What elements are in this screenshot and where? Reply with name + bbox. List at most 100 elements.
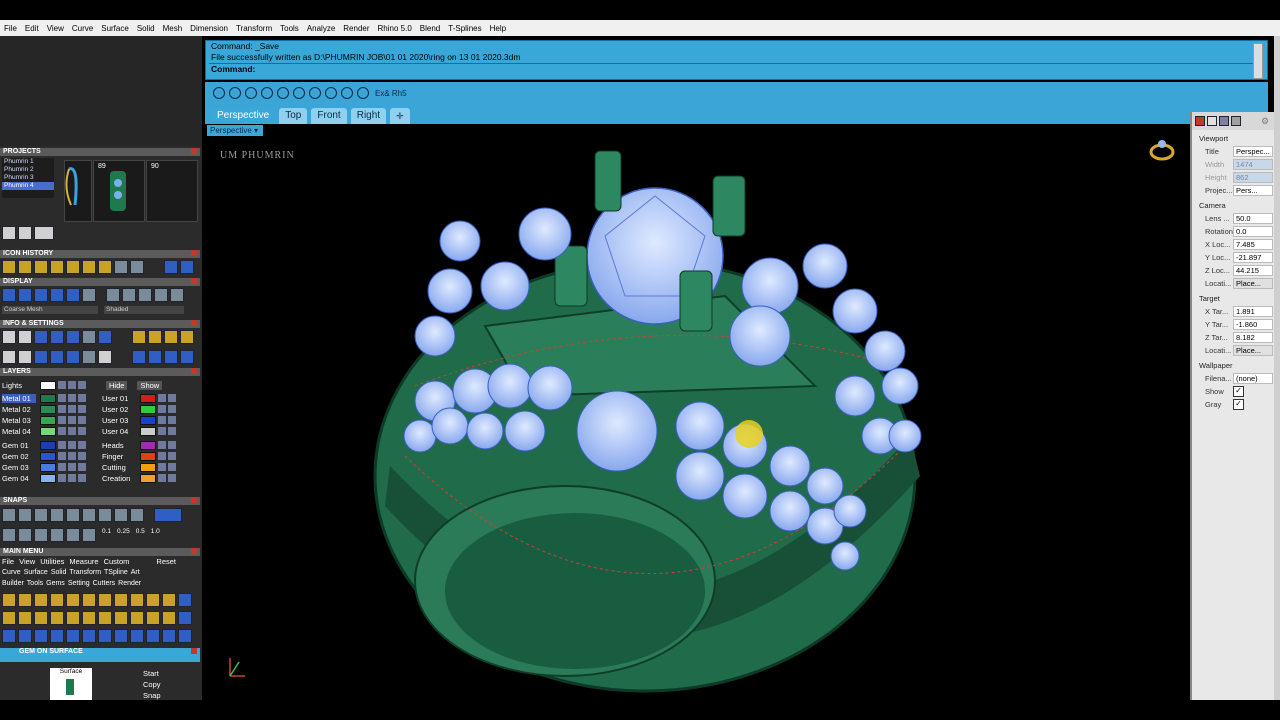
rotate-view-icon[interactable] xyxy=(261,87,273,99)
display-mode-icon[interactable] xyxy=(106,288,120,302)
object-props-icon[interactable] xyxy=(1195,116,1205,126)
main-menu-item[interactable]: Transform xyxy=(69,569,101,576)
info-tool-icon[interactable] xyxy=(98,350,112,364)
project-item-selected[interactable]: Phumrin 4 xyxy=(2,182,54,190)
layer-toggle[interactable] xyxy=(158,452,166,460)
search-icon[interactable] xyxy=(18,330,32,344)
info-tool-icon[interactable] xyxy=(34,350,48,364)
layer-toggle[interactable] xyxy=(168,463,176,471)
curve-tool-icon[interactable] xyxy=(162,593,176,607)
layer-row[interactable]: User 03 xyxy=(102,415,176,425)
curve-tool-icon[interactable] xyxy=(50,611,64,625)
layer-toggle[interactable] xyxy=(168,474,176,482)
main-menu-item[interactable]: Custom xyxy=(104,557,130,566)
close-icon[interactable] xyxy=(191,368,197,374)
layer-row[interactable]: Metal 02 xyxy=(2,404,86,414)
curve-tool-icon[interactable] xyxy=(82,593,96,607)
close-icon[interactable] xyxy=(191,320,197,326)
layer-row[interactable]: Finger xyxy=(102,451,176,461)
layer-toggle[interactable] xyxy=(78,441,86,449)
layer-toggle[interactable] xyxy=(78,394,86,402)
layer-toggle[interactable] xyxy=(78,405,86,413)
layer-toggle[interactable] xyxy=(78,474,86,482)
display-mode-icon[interactable] xyxy=(82,288,96,302)
layer-toggle[interactable] xyxy=(168,405,176,413)
y-location-field[interactable]: -21.897 xyxy=(1233,252,1273,263)
x-location-field[interactable]: 7.485 xyxy=(1233,239,1273,250)
layer-toggle[interactable] xyxy=(58,427,66,435)
snap-value[interactable]: 1.0 xyxy=(151,528,160,542)
layer-toggle[interactable] xyxy=(68,416,76,424)
layer-toggle[interactable] xyxy=(68,463,76,471)
layer-toggle[interactable] xyxy=(158,463,166,471)
layer-toggle[interactable] xyxy=(78,416,86,424)
snap-icon[interactable] xyxy=(66,528,80,542)
main-menu-item[interactable]: View xyxy=(19,557,35,566)
info-tool-icon[interactable] xyxy=(34,330,48,344)
info-tool-icon[interactable] xyxy=(50,330,64,344)
project-thumbnail[interactable] xyxy=(64,160,92,222)
curve-tool-icon[interactable] xyxy=(18,593,32,607)
layer-color-swatch[interactable] xyxy=(140,473,156,483)
manager-button[interactable] xyxy=(34,226,54,240)
transform-tool-icon[interactable] xyxy=(34,629,48,643)
layer-toggle[interactable] xyxy=(68,452,76,460)
main-menu-item[interactable]: Render xyxy=(118,580,141,587)
layer-toggle[interactable] xyxy=(158,474,166,482)
command-scrollbar[interactable] xyxy=(1253,43,1263,79)
info-tool-icon[interactable] xyxy=(98,330,112,344)
snap-icon[interactable] xyxy=(2,528,16,542)
transform-tool-icon[interactable] xyxy=(114,629,128,643)
layer-toggle[interactable] xyxy=(78,463,86,471)
snap-icon[interactable] xyxy=(114,508,128,522)
main-menu-item[interactable]: Utilities xyxy=(40,557,64,566)
curve-tool-icon[interactable] xyxy=(66,611,80,625)
main-menu-item[interactable]: Curve xyxy=(2,569,21,576)
layer-color-swatch[interactable] xyxy=(40,473,56,483)
gem-surface-preview[interactable]: Surface xyxy=(50,668,92,700)
menu-tsplines[interactable]: T-Splines xyxy=(444,24,485,33)
rotate-view-icon[interactable] xyxy=(325,87,337,99)
layer-toggle[interactable] xyxy=(68,394,76,402)
display-mode-icon[interactable] xyxy=(18,288,32,302)
project-item[interactable]: Phumrin 2 xyxy=(2,166,54,174)
menu-surface[interactable]: Surface xyxy=(97,24,133,33)
main-menu-item[interactable]: Builder xyxy=(2,580,24,587)
layer-color-swatch[interactable] xyxy=(40,393,56,403)
transform-tool-icon[interactable] xyxy=(18,629,32,643)
layer-row[interactable]: User 02 xyxy=(102,404,176,414)
curve-tool-icon[interactable] xyxy=(130,593,144,607)
transform-tool-icon[interactable] xyxy=(2,629,16,643)
layer-row[interactable]: Gem 02 xyxy=(2,451,86,461)
main-menu-item[interactable]: Surface xyxy=(24,569,48,576)
project-thumbnail[interactable]: 89 xyxy=(93,160,145,222)
info-tool-icon[interactable] xyxy=(164,350,178,364)
snap-icon[interactable] xyxy=(82,528,96,542)
rotate-view-icon[interactable] xyxy=(213,87,225,99)
projects-list[interactable]: Phumrin 1 Phumrin 2 Phumrin 3 Phumrin 4 xyxy=(2,158,54,198)
tab-right[interactable]: Right xyxy=(350,108,387,124)
layer-toggle[interactable] xyxy=(58,405,66,413)
curve-tool-icon[interactable] xyxy=(98,611,112,625)
layer-color-swatch[interactable] xyxy=(140,440,156,450)
curve-tool-icon[interactable] xyxy=(18,611,32,625)
info-tool-icon[interactable] xyxy=(148,350,162,364)
curve-tool-icon[interactable] xyxy=(34,593,48,607)
layer-toggle[interactable] xyxy=(168,427,176,435)
arrow-left-icon[interactable] xyxy=(164,260,178,274)
layer-toggle[interactable] xyxy=(58,474,66,482)
layer-row[interactable]: User 01 xyxy=(102,393,176,403)
curve-tool-icon[interactable] xyxy=(114,593,128,607)
curve-tool-icon[interactable] xyxy=(114,611,128,625)
display-icon[interactable] xyxy=(1219,116,1229,126)
layer-toggle[interactable] xyxy=(68,405,76,413)
add-icon[interactable] xyxy=(2,226,16,240)
curve-tool-icon[interactable] xyxy=(178,593,192,607)
info-tool-icon[interactable] xyxy=(132,350,146,364)
rotate-view-icon[interactable] xyxy=(229,87,241,99)
close-icon[interactable] xyxy=(191,648,197,654)
snap-icon[interactable] xyxy=(82,508,96,522)
info-tool-icon[interactable] xyxy=(66,350,80,364)
snap-value[interactable]: 0.5 xyxy=(136,528,145,542)
transform-tool-icon[interactable] xyxy=(178,629,192,643)
